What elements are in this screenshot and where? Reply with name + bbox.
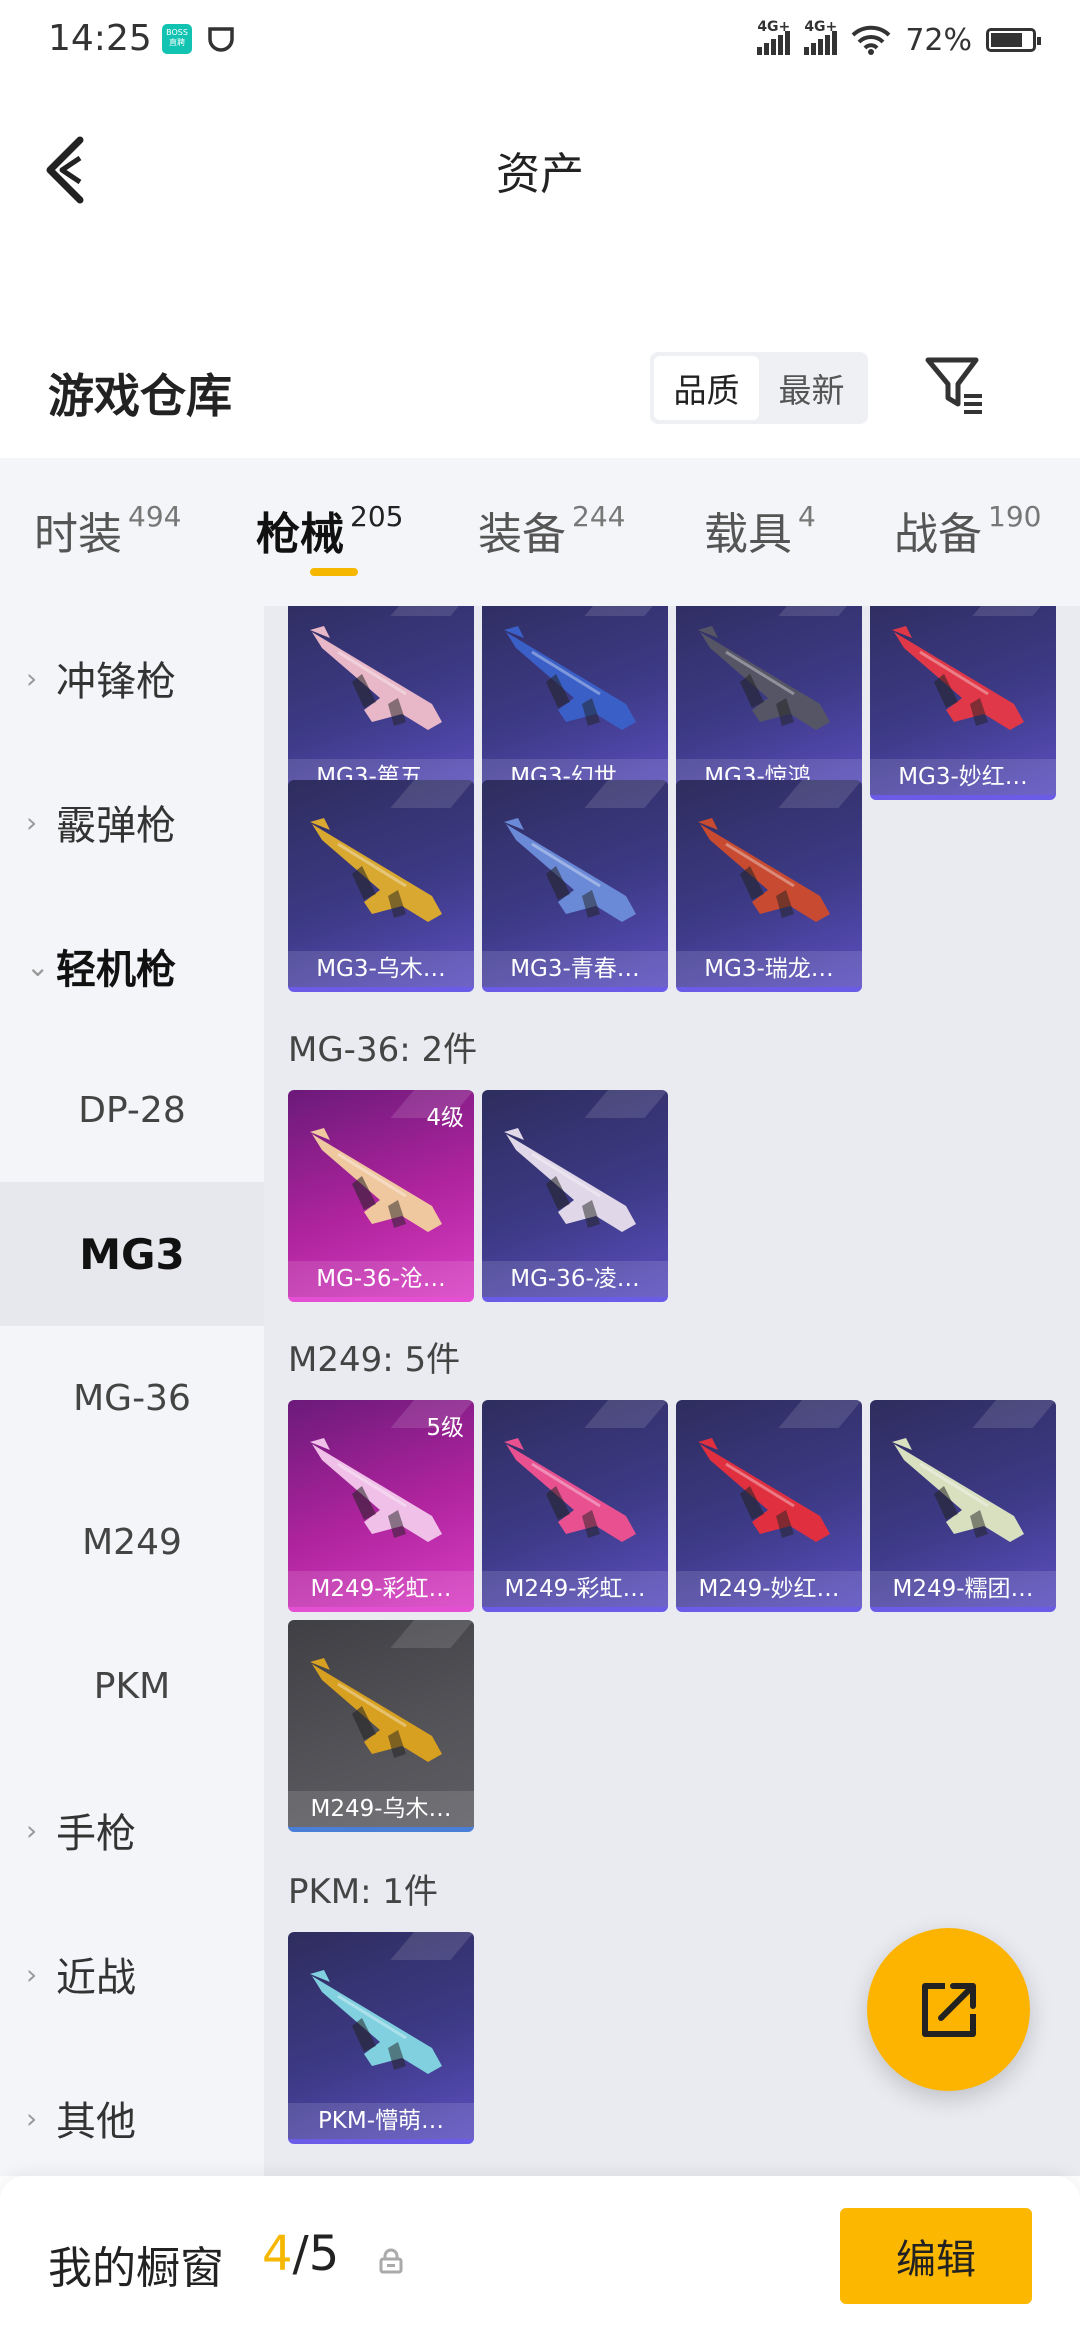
- sidebar-item-smg[interactable]: › 冲锋枪: [0, 606, 264, 750]
- sidebar-subitem-mg36[interactable]: MG-36: [0, 1326, 264, 1470]
- page-title: 资产: [496, 149, 584, 200]
- showcase-bar: 我的橱窗 4/5 编辑: [0, 2176, 1080, 2340]
- group-title-pkm: PKM: 1件: [288, 1872, 439, 1912]
- weapon-card[interactable]: M249-乌木…: [288, 1620, 474, 1832]
- weapon-card[interactable]: 4级 MG-36-沧…: [288, 1090, 474, 1302]
- signal-icon-2: 4G+: [804, 19, 838, 55]
- sidebar-subitem-dp28[interactable]: DP-28: [0, 1038, 264, 1182]
- weapon-skin-image: [698, 626, 830, 730]
- weapon-skin-image: [310, 1970, 442, 2074]
- chevron-right-icon: ›: [26, 661, 38, 695]
- edit-button[interactable]: 编辑: [840, 2208, 1032, 2304]
- sort-newest-option[interactable]: 最新: [759, 356, 864, 420]
- chevron-down-icon: ⌄: [26, 949, 50, 983]
- weapon-card[interactable]: MG3-青春…: [482, 780, 668, 992]
- weapon-card[interactable]: MG3-第五…: [288, 606, 474, 800]
- chevron-right-icon: ›: [26, 805, 38, 839]
- active-tab-indicator: [310, 568, 358, 576]
- sort-toggle: 品质 最新: [650, 352, 868, 424]
- sidebar-subitem-mg3[interactable]: MG3: [0, 1182, 264, 1326]
- tab-vehicles[interactable]: 载具 4: [704, 498, 816, 562]
- weapon-skin-image: [892, 626, 1024, 730]
- wifi-icon: [851, 25, 891, 55]
- tab-firearms[interactable]: 枪械 205: [256, 498, 403, 562]
- signal-icon: 4G+: [757, 19, 791, 55]
- weapon-card[interactable]: MG-36-凌…: [482, 1090, 668, 1302]
- tab-fashion[interactable]: 时装 494: [34, 498, 181, 562]
- notification-app-icon: [208, 27, 234, 52]
- filter-icon[interactable]: [922, 352, 988, 418]
- battery-icon: [986, 28, 1041, 52]
- sidebar-subitem-pkm[interactable]: PKM: [0, 1614, 264, 1758]
- sidebar-item-lmg[interactable]: ⌄ 轻机枪: [0, 894, 264, 1038]
- warehouse-title: 游戏仓库: [48, 369, 232, 423]
- weapon-card[interactable]: M249-彩虹…: [482, 1400, 668, 1612]
- showcase-count: 4/5: [262, 2226, 340, 2282]
- weapon-type-sidebar: › 冲锋枪 › 霰弹枪 ⌄ 轻机枪 DP-28 MG3 MG-36 M249 P…: [0, 606, 264, 2176]
- weapon-skin-image: [504, 818, 636, 922]
- weapon-card[interactable]: M249-糯团…: [870, 1400, 1056, 1612]
- weapon-skin-image: [310, 1658, 442, 1762]
- share-icon: [921, 1982, 976, 2037]
- weapon-skin-image: [698, 1438, 830, 1542]
- group-title-mg36: MG-36: 2件: [288, 1030, 478, 1070]
- share-button[interactable]: [867, 1928, 1030, 2091]
- weapon-skin-image: [310, 1438, 442, 1542]
- status-bar: 14:25 BOSS 直聘 4G+ 4G+ 72%: [0, 0, 1080, 84]
- category-tabs: 时装 494 枪械 205 装备 244 载具 4 战备 190: [0, 458, 1080, 606]
- sort-quality-option[interactable]: 品质: [654, 356, 759, 420]
- status-time: 14:25: [48, 18, 152, 59]
- weapon-skin-image: [310, 1128, 442, 1232]
- boss-app-icon: BOSS 直聘: [162, 24, 192, 54]
- sidebar-item-other[interactable]: › 其他: [0, 2046, 264, 2190]
- status-indicators: 4G+ 4G+ 72%: [757, 19, 1041, 60]
- weapon-skin-image: [698, 818, 830, 922]
- weapon-skin-image: [504, 626, 636, 730]
- chevron-right-icon: ›: [26, 2101, 38, 2135]
- weapon-skin-image: [310, 818, 442, 922]
- weapon-skin-image: [310, 626, 442, 730]
- sidebar-item-pistol[interactable]: › 手枪: [0, 1758, 264, 1902]
- showcase-label: 我的橱窗: [48, 2243, 224, 2294]
- weapon-card[interactable]: 5级 M249-彩虹…: [288, 1400, 474, 1612]
- lock-icon: [379, 2248, 403, 2274]
- sidebar-item-melee[interactable]: › 近战: [0, 1902, 264, 2046]
- chevron-right-icon: ›: [26, 1813, 38, 1847]
- weapon-card[interactable]: M249-妙红…: [676, 1400, 862, 1612]
- tab-equipment[interactable]: 装备 244: [478, 498, 625, 562]
- weapon-card[interactable]: MG3-乌木…: [288, 780, 474, 992]
- weapon-skin-image: [504, 1128, 636, 1232]
- weapon-card[interactable]: PKM-懵萌…: [288, 1932, 474, 2144]
- weapon-card[interactable]: MG3-惊鸿…: [676, 606, 862, 800]
- battery-percent: 72%: [905, 22, 972, 58]
- sidebar-item-shotgun[interactable]: › 霰弹枪: [0, 750, 264, 894]
- group-title-m249: M249: 5件: [288, 1340, 461, 1380]
- sidebar-subitem-m249[interactable]: M249: [0, 1470, 264, 1614]
- chevron-right-icon: ›: [26, 1957, 38, 1991]
- weapon-card[interactable]: MG3-瑞龙…: [676, 780, 862, 992]
- weapon-skin-image: [504, 1438, 636, 1542]
- weapon-card[interactable]: MG3-妙红…: [870, 606, 1056, 800]
- weapon-card[interactable]: MG3-幻世…: [482, 606, 668, 800]
- tab-supplies[interactable]: 战备 190: [894, 498, 1041, 562]
- weapon-skin-image: [892, 1438, 1024, 1542]
